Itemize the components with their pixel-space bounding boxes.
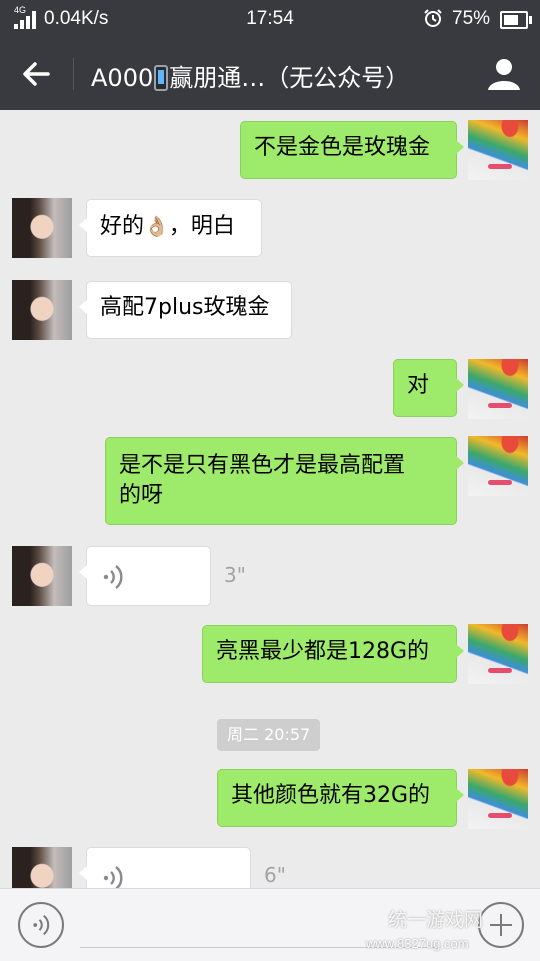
chat-title-prefix: A000 (91, 64, 154, 92)
message-bubble-outgoing[interactable]: 其他颜色就有32G的 (217, 769, 464, 827)
voice-duration: 3" (224, 563, 246, 587)
contact-avatar[interactable] (12, 847, 72, 888)
message-text: 好的 (100, 214, 145, 239)
battery-percent: 75% (452, 8, 491, 29)
message-bubble-incoming[interactable]: 好的👌🏼，明白 (79, 199, 262, 257)
chat-title-suffix: 赢朋通…（无公众号） (169, 64, 410, 92)
contact-avatar[interactable] (12, 280, 72, 340)
voice-wave-icon (103, 866, 123, 888)
plus-icon[interactable] (478, 902, 524, 948)
voice-message-bubble[interactable] (79, 847, 251, 888)
message-text-line: 是不是只有黑色才是最高配置 (119, 453, 406, 478)
message-bubble-outgoing[interactable]: 对 (393, 359, 464, 417)
message-text: 其他颜色就有32G的 (231, 783, 431, 808)
my-avatar[interactable] (468, 359, 528, 419)
status-bar: 4G 0.04K/s 17:54 75% (0, 0, 540, 38)
header-divider (73, 58, 74, 90)
message-text: ，明白 (168, 214, 235, 239)
person-icon[interactable] (484, 54, 524, 94)
watermark-url: www.8327ug.com (366, 936, 469, 951)
alarm-icon (424, 9, 442, 27)
voice-wave-icon (103, 565, 123, 589)
my-avatar[interactable] (468, 624, 528, 684)
message-text-line: 的呀 (119, 483, 164, 508)
message-list[interactable]: 不是金色是玫瑰金 好的👌🏼，明白 高配7plus玫瑰金 对 是不是只有黑色才是最… (0, 110, 540, 888)
ok-hand-emoji-icon: 👌🏼 (144, 214, 169, 238)
back-arrow-icon[interactable] (14, 54, 58, 94)
voice-wave-icon (33, 914, 50, 936)
message-bubble-outgoing[interactable]: 不是金色是玫瑰金 (240, 121, 464, 179)
watermark-logo: 统一游戏网 (388, 909, 484, 931)
contact-avatar[interactable] (12, 546, 72, 606)
voice-duration: 6" (264, 863, 286, 887)
message-bubble-incoming[interactable]: 高配7plus玫瑰金 (79, 281, 292, 339)
battery-icon (500, 11, 532, 29)
my-avatar[interactable] (468, 769, 528, 829)
my-avatar[interactable] (468, 120, 528, 180)
chat-header: A000 赢朋通…（无公众号） (0, 38, 540, 110)
voice-message-bubble[interactable] (79, 546, 211, 606)
chat-title: A000 赢朋通…（无公众号） (91, 58, 409, 93)
my-avatar[interactable] (468, 436, 528, 496)
message-bubble-outgoing[interactable]: 亮黑最少都是128G的 (202, 625, 464, 683)
message-text: 亮黑最少都是128G的 (216, 639, 430, 664)
message-text: 高配7plus玫瑰金 (100, 295, 270, 320)
contact-avatar[interactable] (12, 198, 72, 258)
timestamp-divider: 周二 20:57 (217, 719, 321, 751)
message-text: 对 (407, 373, 430, 398)
message-text: 不是金色是玫瑰金 (254, 135, 431, 160)
voice-input-toggle[interactable] (18, 902, 64, 948)
message-bubble-outgoing[interactable]: 是不是只有黑色才是最高配置 的呀 (105, 437, 464, 525)
phone-emoji-icon (154, 65, 169, 91)
